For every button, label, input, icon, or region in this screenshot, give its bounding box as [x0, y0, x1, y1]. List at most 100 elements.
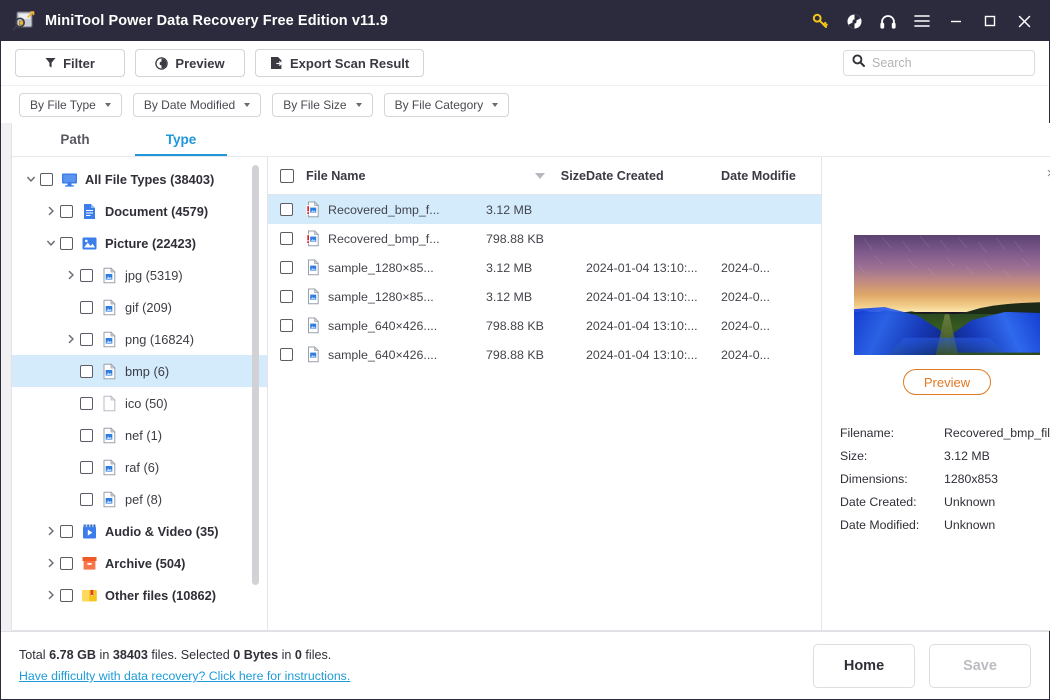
- preview-open-button[interactable]: Preview: [902, 369, 992, 395]
- tree-item-gif[interactable]: gif (209): [12, 291, 267, 323]
- tree-item-pef[interactable]: pef (8): [12, 483, 267, 515]
- cell-date-modified: 2024-0...: [721, 318, 770, 333]
- filter-by-file-category[interactable]: By File Category: [383, 92, 510, 117]
- title-bar: MiniTool Power Data Recovery Free Editio…: [1, 1, 1049, 41]
- tree-item-archive[interactable]: Archive (504): [12, 547, 267, 579]
- tree-item-checkbox[interactable]: [80, 332, 93, 346]
- preview-thumbnail[interactable]: [854, 235, 1040, 355]
- tree-item-checkbox[interactable]: [80, 268, 93, 282]
- table-row[interactable]: sample_640×426.... 798.88 KB 2024-01-04 13…: [268, 311, 821, 340]
- chevron-down-icon[interactable]: [22, 174, 40, 184]
- tree-scrollbar-thumb[interactable]: [252, 165, 259, 585]
- filter-by-date-modified[interactable]: By Date Modified: [132, 92, 262, 117]
- tab-type[interactable]: Type: [128, 123, 234, 156]
- filter-chip-label: By Date Modified: [143, 97, 236, 112]
- tree-item-jpg[interactable]: jpg (5319): [12, 259, 267, 291]
- tree-item-bmp[interactable]: bmp (6): [12, 355, 267, 387]
- table-row[interactable]: sample_1280×85... 3.12 MB 2024-01-04 13:10…: [268, 282, 821, 311]
- help-link[interactable]: Have difficulty with data recovery? Clic…: [19, 669, 350, 683]
- search-box[interactable]: [843, 50, 1035, 76]
- filter-by-file-size[interactable]: By File Size: [272, 92, 373, 117]
- tree-item-ico[interactable]: ico (50): [12, 387, 267, 419]
- disc-icon[interactable]: [837, 5, 871, 37]
- menu-icon[interactable]: [905, 5, 939, 37]
- row-checkbox[interactable]: [280, 319, 306, 332]
- table-row[interactable]: sample_640×426.... 798.88 KB 2024-01-04 13…: [268, 340, 821, 369]
- tree-item-audio[interactable]: Audio & Video (35): [12, 515, 267, 547]
- tree-item-checkbox[interactable]: [80, 492, 93, 506]
- filter-button[interactable]: Filter: [15, 49, 125, 77]
- tree-item-nef[interactable]: nef (1): [12, 419, 267, 451]
- preview-button-wrap: Preview: [836, 369, 1050, 395]
- close-icon[interactable]: [1007, 5, 1041, 37]
- tree-item-all[interactable]: All File Types (38403): [12, 163, 267, 195]
- tab-path[interactable]: Path: [22, 123, 128, 156]
- tree-scroll-area[interactable]: All File Types (38403) Document (4579) Pic…: [12, 157, 267, 630]
- chevron-right-icon[interactable]: [42, 558, 60, 568]
- tree-item-checkbox[interactable]: [40, 172, 53, 186]
- filter-by-file-type[interactable]: By File Type: [19, 92, 122, 117]
- table-row[interactable]: sample_1280×85... 3.12 MB 2024-01-04 13:10…: [268, 253, 821, 282]
- preview-button[interactable]: Preview: [135, 49, 245, 77]
- filepic-icon: [101, 266, 118, 284]
- tree-item-document[interactable]: Document (4579): [12, 195, 267, 227]
- tree-item-checkbox[interactable]: [80, 460, 93, 474]
- chevron-right-icon[interactable]: [42, 526, 60, 536]
- sort-descending-icon[interactable]: [534, 172, 545, 179]
- tree-item-checkbox[interactable]: [80, 364, 93, 378]
- key-icon[interactable]: [803, 5, 837, 37]
- tree-item-picture[interactable]: Picture (22423): [12, 227, 267, 259]
- preview-details: Filename: Recovered_bmp_file Size: 3.12 MB D…: [836, 421, 1050, 536]
- table-row[interactable]: Recovered_bmp_f... 3.12 MB: [268, 195, 821, 224]
- row-checkbox[interactable]: [280, 232, 306, 245]
- tree-item-label: Audio & Video (35): [105, 523, 219, 539]
- maximize-icon[interactable]: [973, 5, 1007, 37]
- minimize-icon[interactable]: [939, 5, 973, 37]
- tree-item-png[interactable]: png (16824): [12, 323, 267, 355]
- headphones-icon[interactable]: [871, 5, 905, 37]
- select-all-checkbox[interactable]: [280, 168, 306, 183]
- table-row[interactable]: Recovered_bmp_f... 798.88 KB: [268, 224, 821, 253]
- tree-scrollbar[interactable]: [252, 165, 259, 618]
- cell-date-created: 2024-01-04 13:10:...: [586, 260, 698, 275]
- row-checkbox[interactable]: [280, 203, 306, 216]
- checkbox-box: [280, 348, 293, 361]
- column-header-date-created[interactable]: Date Created: [586, 169, 721, 183]
- file-name-text: sample_640×426....: [328, 318, 438, 333]
- column-label: File Name: [306, 168, 366, 183]
- row-checkbox[interactable]: [280, 290, 306, 303]
- tree-item-other[interactable]: Other files (10862): [12, 579, 267, 611]
- chevron-right-icon[interactable]: [62, 270, 80, 280]
- cell-file-name: sample_1280×85...: [306, 288, 486, 305]
- column-header-size[interactable]: Size: [561, 169, 586, 183]
- cell-file-name: Recovered_bmp_f...: [306, 201, 486, 218]
- export-scan-result-button[interactable]: Export Scan Result: [255, 49, 425, 77]
- tree-item-raf[interactable]: raf (6): [12, 451, 267, 483]
- total-prefix: Total: [19, 648, 50, 662]
- chevron-right-icon[interactable]: [42, 206, 60, 216]
- tree-item-checkbox[interactable]: [60, 588, 73, 602]
- tree-item-checkbox[interactable]: [60, 524, 73, 538]
- tree-item-label: Document (4579): [105, 203, 209, 219]
- tree-item-checkbox[interactable]: [80, 300, 93, 314]
- tree-item-checkbox[interactable]: [80, 396, 93, 410]
- tree-item-checkbox[interactable]: [60, 556, 73, 570]
- search-input[interactable]: [872, 56, 1033, 70]
- cell-size: 3.12 MB: [486, 289, 533, 304]
- tree-item-checkbox[interactable]: [80, 428, 93, 442]
- preview-close-icon[interactable]: ×: [1042, 165, 1050, 183]
- file-type-tree-panel: All File Types (38403) Document (4579) Pic…: [12, 157, 268, 630]
- row-checkbox[interactable]: [280, 261, 306, 274]
- application-window: MiniTool Power Data Recovery Free Editio…: [0, 0, 1050, 700]
- chevron-right-icon[interactable]: [42, 590, 60, 600]
- row-checkbox[interactable]: [280, 348, 306, 361]
- home-button[interactable]: Home: [813, 643, 915, 688]
- chevron-right-icon[interactable]: [62, 334, 80, 344]
- chevron-down-icon: [355, 102, 362, 107]
- total-count: 38403: [112, 648, 148, 662]
- tree-item-checkbox[interactable]: [60, 204, 73, 218]
- chevron-down-icon[interactable]: [42, 238, 60, 248]
- save-button[interactable]: Save: [929, 643, 1031, 688]
- tree-item-checkbox[interactable]: [60, 236, 73, 250]
- column-header-date-modified[interactable]: Date Modifie: [721, 169, 821, 183]
